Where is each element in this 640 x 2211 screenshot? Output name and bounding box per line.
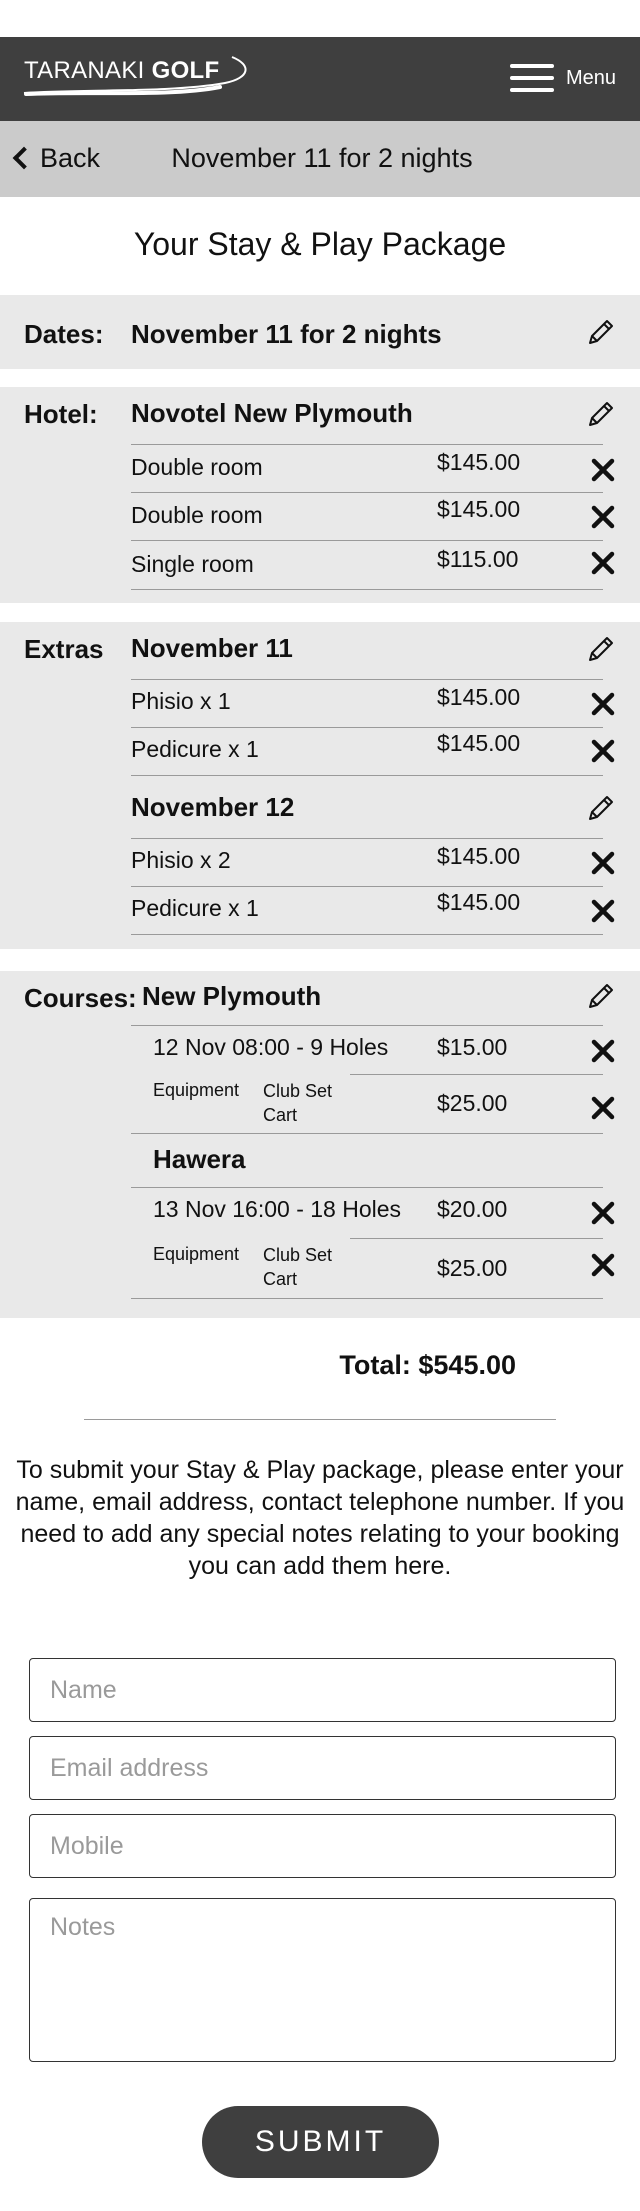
close-icon[interactable] (590, 550, 616, 576)
tee-price: $20.00 (437, 1196, 508, 1222)
close-icon[interactable] (590, 691, 616, 717)
pencil-icon[interactable] (586, 317, 616, 347)
equipment-item: Club Set (263, 1245, 333, 1265)
hotel-name: Novotel New Plymouth (131, 398, 413, 428)
equipment-price: $25.00 (437, 1255, 508, 1281)
site-logo[interactable]: TARANAKI GOLF (24, 57, 219, 85)
dates-value: November 11 for 2 nights (131, 319, 442, 349)
notes-field[interactable] (29, 1898, 616, 2062)
close-icon[interactable] (590, 504, 616, 530)
extra-item-name: Phisio x 2 (131, 847, 231, 873)
divider (131, 886, 603, 887)
name-field[interactable] (29, 1658, 616, 1722)
courses-label: Courses: (24, 983, 137, 1013)
close-icon[interactable] (590, 1252, 616, 1278)
extra-item-price: $145.00 (437, 730, 521, 756)
divider (131, 679, 603, 680)
extras-date: November 11 (131, 633, 293, 663)
equipment-price: $25.00 (437, 1090, 508, 1116)
equipment-item: Cart (263, 1269, 298, 1289)
divider (131, 1187, 603, 1188)
close-icon[interactable] (590, 898, 616, 924)
tee-price: $15.00 (437, 1034, 508, 1060)
hotel-section: Hotel: Novotel New Plymouth Double room … (0, 387, 640, 603)
divider (350, 1238, 603, 1239)
divider (131, 1025, 603, 1026)
mobile-field[interactable] (29, 1814, 616, 1878)
room-price: $145.00 (437, 449, 521, 475)
close-icon[interactable] (590, 457, 616, 483)
room-name: Double room (131, 454, 263, 480)
email-field[interactable] (29, 1736, 616, 1800)
close-icon[interactable] (590, 1038, 616, 1064)
hamburger-icon (510, 64, 554, 92)
divider (131, 775, 603, 776)
room-name: Double room (131, 502, 263, 528)
extras-section: Extras November 11 Phisio x 1 $145.00 Pe… (0, 622, 640, 949)
pencil-icon[interactable] (586, 634, 616, 664)
dates-section: Dates: November 11 for 2 nights (0, 295, 640, 369)
back-label: Back (40, 143, 101, 173)
divider (131, 727, 603, 728)
extra-item-name: Phisio x 1 (131, 688, 231, 714)
pencil-icon[interactable] (586, 399, 616, 429)
extras-date: November 12 (131, 792, 295, 822)
divider (131, 838, 603, 839)
extra-item-price: $145.00 (437, 684, 521, 710)
close-icon[interactable] (590, 1095, 616, 1121)
equipment-item: Cart (263, 1105, 298, 1125)
package-total: Total: $545.00 (339, 1350, 516, 1380)
course-name: New Plymouth (142, 981, 322, 1011)
room-price: $115.00 (437, 546, 519, 572)
room-price: $145.00 (437, 496, 521, 522)
course-name: Hawera (153, 1144, 246, 1174)
page-title: Your Stay & Play Package (133, 226, 507, 262)
dates-label: Dates: (24, 319, 104, 349)
extra-item-name: Pedicure x 1 (131, 736, 259, 762)
tee-time: 12 Nov 08:00 - 9 Holes (153, 1034, 389, 1060)
courses-section: Courses: New Plymouth 12 Nov 08:00 - 9 H… (0, 971, 640, 1318)
logo-text-bold: GOLF (151, 57, 220, 84)
menu-button[interactable]: Menu (508, 59, 618, 99)
divider (131, 540, 603, 541)
extra-item-name: Pedicure x 1 (131, 895, 259, 921)
logo-text-light: TARANAKI (24, 57, 145, 84)
pencil-icon[interactable] (586, 981, 616, 1011)
pencil-icon[interactable] (586, 793, 616, 823)
equipment-label: Equipment (153, 1244, 240, 1264)
divider (131, 492, 603, 493)
equipment-label: Equipment (153, 1080, 240, 1100)
booking-bar: November 11 for 2 nights Back (0, 121, 640, 197)
site-header: TARANAKI GOLF Menu (0, 37, 640, 121)
extra-item-price: $145.00 (437, 843, 521, 869)
submit-instructions: To submit your Stay & Play package, plea… (15, 1456, 625, 1580)
close-icon[interactable] (590, 738, 616, 764)
extra-item-price: $145.00 (437, 889, 521, 915)
close-icon[interactable] (590, 850, 616, 876)
divider (131, 589, 603, 590)
menu-label: Menu (566, 67, 617, 89)
divider (131, 444, 603, 445)
divider (350, 1074, 603, 1075)
divider (131, 934, 603, 935)
room-name: Single room (131, 551, 254, 577)
submit-button[interactable]: SUBMIT (202, 2106, 439, 2178)
extras-label: Extras (24, 634, 104, 664)
hotel-label: Hotel: (24, 399, 98, 429)
divider (131, 1298, 603, 1299)
close-icon[interactable] (590, 1200, 616, 1226)
equipment-item: Club Set (263, 1081, 333, 1101)
tee-time: 13 Nov 16:00 - 18 Holes (153, 1196, 402, 1222)
divider (84, 1419, 556, 1420)
divider (131, 1133, 603, 1134)
